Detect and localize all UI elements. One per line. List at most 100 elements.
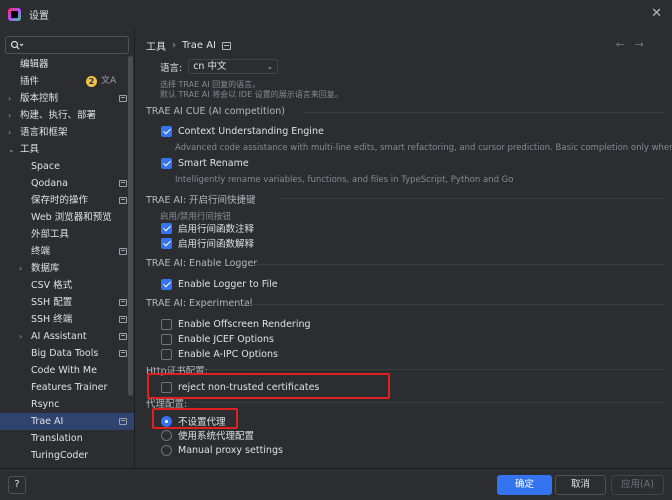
sidebar-item-label: Translation xyxy=(31,433,83,444)
jcef-options-label: Enable JCEF Options xyxy=(178,333,274,345)
sidebar-item[interactable]: › 语言和框架 xyxy=(0,124,134,141)
sidebar-item-label: 工具 xyxy=(20,144,40,155)
sidebar-item[interactable]: Web 浏览器和预览 xyxy=(0,209,134,226)
back-arrow-icon[interactable]: ← xyxy=(616,38,635,51)
sidebar-item[interactable]: Translation xyxy=(0,430,134,447)
language-select[interactable]: cn 中文 ⌄ xyxy=(188,59,279,74)
sidebar-item[interactable]: 终端 xyxy=(0,243,134,260)
context-engine-checkbox[interactable]: Context Understanding Engine xyxy=(161,124,324,138)
sidebar-item[interactable]: SSH 终端 xyxy=(0,311,134,328)
language-hint-2: 默认 TRAE AI 将会以 IDE 设置的展示语言来回复。 xyxy=(160,90,343,99)
sidebar-item[interactable]: 外部工具 xyxy=(0,226,134,243)
chevron-right-icon[interactable]: › xyxy=(8,107,11,124)
title-bar: 设置 ✕ xyxy=(0,0,672,28)
settings-sidebar: 编辑器 插件 2 文A › 版本控制 › 构建、执行、部署 › 语言和框架 ⌄ 工具 Space Qoda… xyxy=(0,28,135,468)
chevron-down-icon[interactable]: ⌄ xyxy=(8,141,15,158)
checkbox-unchecked[interactable] xyxy=(161,318,172,330)
checkbox-unchecked[interactable] xyxy=(161,348,172,360)
sidebar-item[interactable]: ⌄ 工具 xyxy=(0,141,134,158)
breadcrumb-parent[interactable]: 工具 xyxy=(146,38,166,53)
sidebar-item[interactable]: Big Data Tools xyxy=(0,345,134,362)
checkbox-checked[interactable] xyxy=(161,222,172,234)
offscreen-rendering-label: Enable Offscreen Rendering xyxy=(178,318,311,330)
sidebar-item[interactable]: › 构建、执行、部署 xyxy=(0,107,134,124)
inline-comment-checkbox[interactable]: 启用行间函数注释 xyxy=(161,221,254,235)
divider xyxy=(278,198,664,199)
radio-unchecked[interactable] xyxy=(161,429,172,441)
sidebar-item[interactable]: 编辑器 xyxy=(0,56,134,73)
logger-checkbox[interactable]: Enable Logger to File xyxy=(161,277,278,291)
divider xyxy=(246,304,664,305)
chevron-right-icon[interactable]: › xyxy=(8,90,11,107)
divider xyxy=(194,402,664,403)
app-logo-icon xyxy=(8,7,21,21)
search-icon xyxy=(10,40,24,50)
close-icon[interactable]: ✕ xyxy=(651,6,662,21)
highlight-box-proxy xyxy=(152,408,238,429)
sidebar-item[interactable]: SSH 配置 xyxy=(0,294,134,311)
offscreen-rendering-checkbox[interactable]: Enable Offscreen Rendering xyxy=(161,317,311,331)
logger-label: Enable Logger to File xyxy=(178,278,278,290)
apply-button[interactable]: 应用(A) xyxy=(611,475,664,495)
radio-unchecked[interactable] xyxy=(161,444,172,456)
inline-explain-checkbox[interactable]: 启用行间函数解释 xyxy=(161,236,254,250)
context-engine-label: Context Understanding Engine xyxy=(178,125,324,137)
sidebar-item-label: 编辑器 xyxy=(20,59,49,70)
project-scope-icon xyxy=(119,180,127,187)
search-input[interactable] xyxy=(5,36,129,54)
sidebar-item[interactable]: TuringCoder xyxy=(0,447,134,464)
smart-rename-desc: Intelligently rename variables, function… xyxy=(175,175,514,185)
forward-arrow-icon[interactable]: → xyxy=(635,38,654,51)
section-title-cue: TRAE AI CUE (AI competition) xyxy=(146,106,285,117)
sidebar-item-label: Rsync xyxy=(31,399,60,410)
section-title-logger: TRAE AI: Enable Logger xyxy=(146,258,258,269)
sidebar-item[interactable]: Trae AI xyxy=(0,413,134,430)
sidebar-item[interactable]: 插件 2 文A xyxy=(0,73,134,90)
sidebar-item-label: CSV 格式 xyxy=(31,280,73,291)
smart-rename-checkbox[interactable]: Smart Rename xyxy=(161,156,249,170)
project-scope-icon xyxy=(119,299,127,306)
sidebar-item[interactable]: › AI Assistant xyxy=(0,328,134,345)
ok-button[interactable]: 确定 xyxy=(497,475,552,495)
sidebar-item-label: Qodana xyxy=(31,178,68,189)
window-title: 设置 xyxy=(29,10,49,22)
aipc-options-checkbox[interactable]: Enable A-IPC Options xyxy=(161,347,278,361)
sidebar-item[interactable]: CSV 格式 xyxy=(0,277,134,294)
checkbox-unchecked[interactable] xyxy=(161,333,172,345)
sidebar-item[interactable]: Code With Me xyxy=(0,362,134,379)
sidebar-item-label: 插件 xyxy=(20,76,40,87)
update-count-badge: 2 xyxy=(86,76,97,87)
sidebar-item-label: SSH 终端 xyxy=(31,314,73,325)
settings-content: 工具 › Trae AI ←→ 语言: cn 中文 ⌄ 选择 TRAE AI 回… xyxy=(136,28,672,468)
checkbox-checked[interactable] xyxy=(161,237,172,249)
checkbox-checked[interactable] xyxy=(161,278,172,290)
breadcrumb-separator: › xyxy=(172,40,176,51)
sidebar-item-label: Code With Me xyxy=(31,365,97,376)
checkbox-checked[interactable] xyxy=(161,157,172,169)
project-scope-icon xyxy=(119,333,127,340)
chevron-right-icon[interactable]: › xyxy=(19,260,22,277)
chevron-right-icon[interactable]: › xyxy=(19,328,22,345)
section-title-experimental: TRAE AI: Experimental xyxy=(146,298,253,309)
proxy-manual-radio[interactable]: Manual proxy settings xyxy=(161,443,283,457)
sidebar-item[interactable]: 保存时的操作 xyxy=(0,192,134,209)
settings-tree: 编辑器 插件 2 文A › 版本控制 › 构建、执行、部署 › 语言和框架 ⌄ 工具 Space Qoda… xyxy=(0,56,134,464)
nav-arrows: ←→ xyxy=(616,38,654,51)
sidebar-scrollbar[interactable] xyxy=(128,56,133,396)
sidebar-item[interactable]: Qodana xyxy=(0,175,134,192)
sidebar-item-label: Big Data Tools xyxy=(31,348,99,359)
chevron-right-icon[interactable]: › xyxy=(8,124,11,141)
checkbox-checked[interactable] xyxy=(161,125,172,137)
sidebar-item[interactable]: Rsync xyxy=(0,396,134,413)
sidebar-item[interactable]: › 版本控制 xyxy=(0,90,134,107)
sidebar-item[interactable]: Space xyxy=(0,158,134,175)
sidebar-item[interactable]: › 数据库 xyxy=(0,260,134,277)
cancel-button[interactable]: 取消 xyxy=(555,475,606,495)
help-button[interactable]: ? xyxy=(8,476,26,494)
sidebar-item[interactable]: Features Trainer xyxy=(0,379,134,396)
jcef-options-checkbox[interactable]: Enable JCEF Options xyxy=(161,332,274,346)
sidebar-item-label: 终端 xyxy=(31,246,51,257)
sidebar-item-label: 外部工具 xyxy=(31,229,70,240)
sidebar-item-label: 语言和框架 xyxy=(20,127,68,138)
proxy-system-radio[interactable]: 使用系统代理配置 xyxy=(161,428,254,442)
